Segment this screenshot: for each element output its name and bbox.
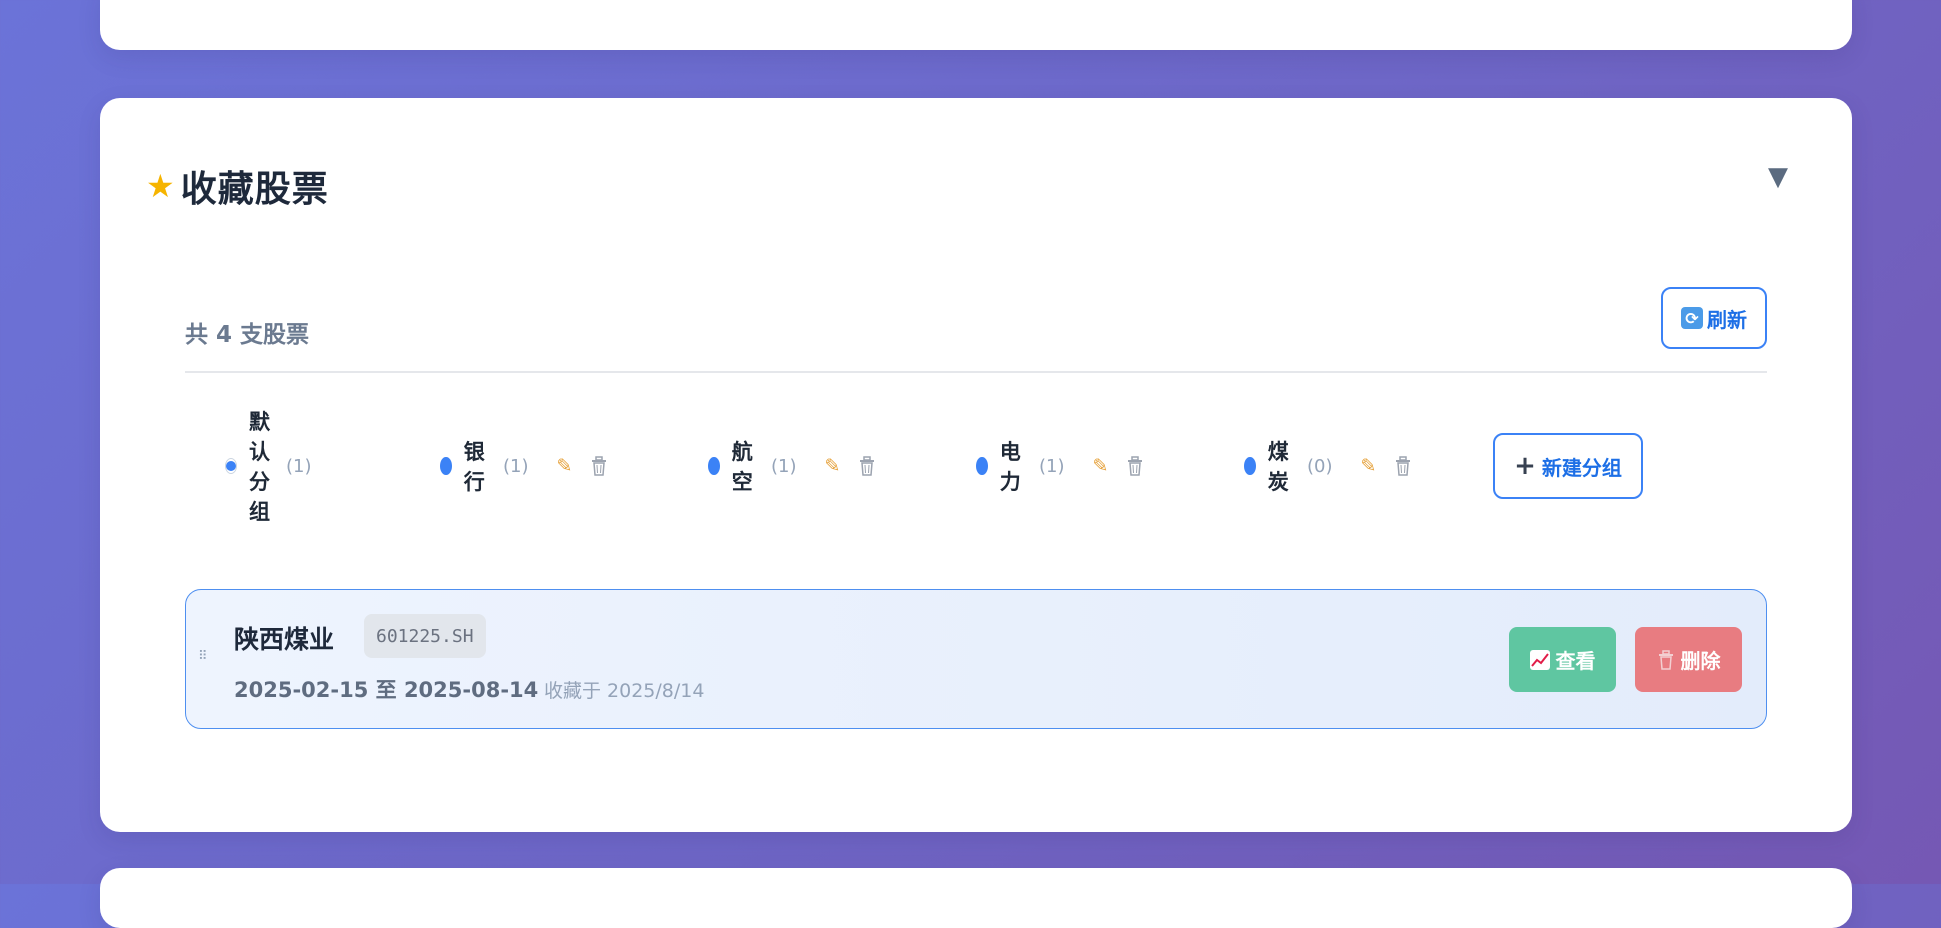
group-color-dot	[976, 457, 988, 475]
group-tab-coal[interactable]: 煤炭 (0) ✎	[1244, 433, 1412, 499]
group-tab-bank[interactable]: 银行 (1) ✎	[440, 433, 608, 499]
stock-item[interactable]: ⠿ 陕西煤业 601225.SH 2025-02-15 至 2025-08-14…	[185, 589, 1767, 729]
group-count: (1)	[286, 455, 312, 477]
group-color-dot	[1244, 457, 1256, 475]
trash-icon[interactable]	[1394, 456, 1412, 476]
group-color-dot	[708, 457, 720, 475]
delete-label: 删除	[1680, 649, 1721, 673]
delete-button[interactable]: 删除	[1635, 627, 1742, 692]
stock-count: 共 4 支股票	[185, 322, 310, 348]
pencil-icon[interactable]: ✎	[557, 455, 573, 477]
group-count: (1)	[1039, 455, 1065, 477]
collapse-toggle-icon[interactable]: ▼	[1768, 162, 1788, 192]
group-name: 电力	[999, 440, 1021, 494]
group-tab-power[interactable]: 电力 (1) ✎	[976, 433, 1144, 499]
pencil-icon[interactable]: ✎	[1361, 455, 1377, 477]
pencil-icon[interactable]: ✎	[825, 455, 841, 477]
group-color-dot	[440, 457, 452, 475]
group-count: (1)	[503, 455, 529, 477]
view-label: 查看	[1555, 649, 1596, 673]
new-group-label: 新建分组	[1541, 455, 1622, 480]
trash-icon[interactable]	[858, 456, 876, 476]
refresh-label: 刷新	[1707, 307, 1747, 332]
group-name: 煤炭	[1267, 440, 1289, 494]
view-button[interactable]: 查看	[1509, 627, 1616, 692]
selected-radio-icon[interactable]	[225, 458, 237, 474]
trash-icon	[1657, 649, 1675, 670]
star-icon: ★	[146, 167, 175, 205]
trash-icon[interactable]	[1126, 456, 1144, 476]
next-card	[100, 868, 1852, 928]
group-count: (0)	[1307, 455, 1333, 477]
trash-icon[interactable]	[590, 456, 608, 476]
drag-handle-icon[interactable]: ⠿	[198, 649, 207, 664]
group-tab-default[interactable]: 默认分组 (1)	[225, 410, 312, 524]
group-name: 默认分组	[249, 410, 270, 524]
stock-code-badge: 601225.SH	[364, 614, 486, 658]
group-name: 银行	[463, 440, 485, 494]
refresh-icon: ⟳	[1681, 307, 1703, 329]
group-count: (1)	[771, 455, 797, 477]
date-range: 2025-02-15 至 2025-08-14	[234, 678, 539, 702]
new-group-button[interactable]: + 新建分组	[1493, 433, 1643, 499]
pencil-icon[interactable]: ✎	[1093, 455, 1109, 477]
plus-icon: +	[1514, 451, 1536, 481]
refresh-button[interactable]: ⟳ 刷新	[1661, 287, 1767, 349]
section-header: ★ 收藏股票	[146, 160, 329, 212]
section-title: 收藏股票	[180, 169, 329, 210]
group-tab-aviation[interactable]: 航空 (1) ✎	[708, 433, 876, 499]
stock-name: 陕西煤业	[234, 625, 335, 654]
previous-card	[100, 0, 1852, 50]
favorites-card: ★ 收藏股票 ▼ 共 4 支股票 ⟳ 刷新 默认分组 (1) 银行 (1) ✎ …	[100, 98, 1852, 832]
saved-at: 收藏于 2025/8/14	[544, 680, 705, 702]
summary-row: 共 4 支股票 ⟳ 刷新	[185, 287, 1767, 373]
chart-icon	[1529, 649, 1550, 670]
group-name: 航空	[731, 440, 753, 494]
